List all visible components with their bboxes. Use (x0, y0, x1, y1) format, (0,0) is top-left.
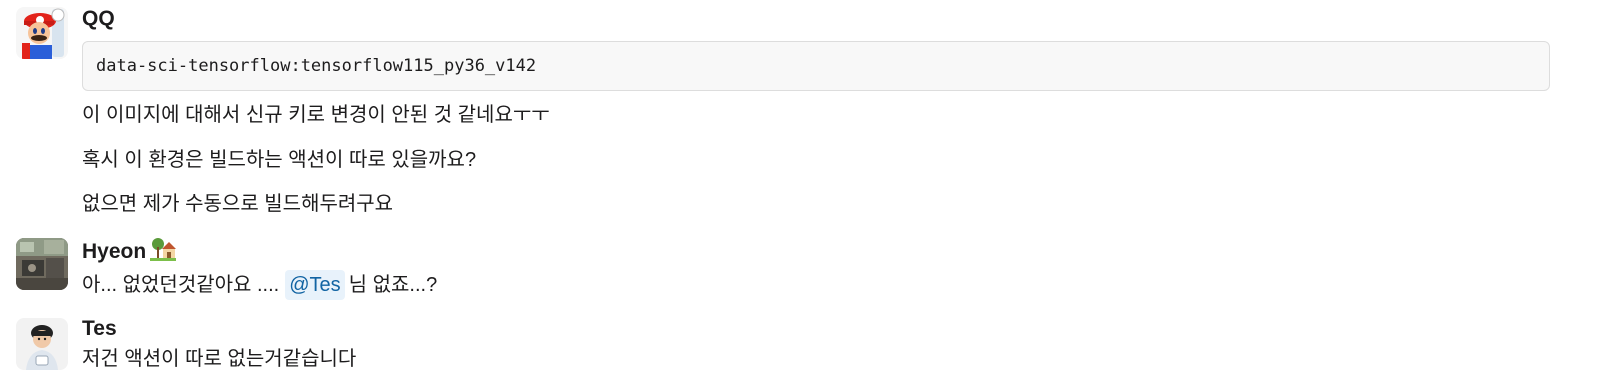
house-with-garden-icon (150, 237, 177, 268)
code-block: data-sci-tensorflow:tensorflow115_py36_v… (82, 41, 1550, 91)
avatar-qq[interactable] (16, 7, 68, 59)
message-text-line: 없으면 제가 수동으로 빌드해두려구요 (82, 193, 394, 215)
person-avatar-icon (16, 318, 68, 370)
message-text-line: 이 이미지에 대해서 신규 키로 변경이 안된 것 같네요ㅜㅜ (82, 104, 550, 126)
avatar-tes[interactable] (16, 318, 68, 370)
avatar-hyeon[interactable] (16, 238, 68, 290)
message-text: 저건 액션이 따로 없는거같습니다 (82, 348, 357, 370)
message-text-before: 아... 없었던것같아요 .... (82, 274, 280, 296)
photo-avatar-icon (16, 238, 68, 290)
message-text: 아... 없었던것같아요 .... @Tes 님 없죠...? (82, 270, 437, 300)
message-text-line: 혹시 이 환경은 빌드하는 액션이 따로 있을까요? (82, 149, 477, 171)
author-name[interactable]: Hyeon (82, 237, 177, 268)
author-name[interactable]: QQ (82, 6, 115, 32)
author-name[interactable]: Tes (82, 316, 117, 342)
message-text-after: 님 없죠...? (348, 274, 438, 296)
author-name-label: Hyeon (82, 240, 147, 263)
message-thread: QQ data-sci-tensorflow:tensorflow115_py3… (0, 0, 1600, 390)
mario-avatar-icon (16, 7, 68, 59)
user-mention[interactable]: @Tes (285, 270, 345, 300)
